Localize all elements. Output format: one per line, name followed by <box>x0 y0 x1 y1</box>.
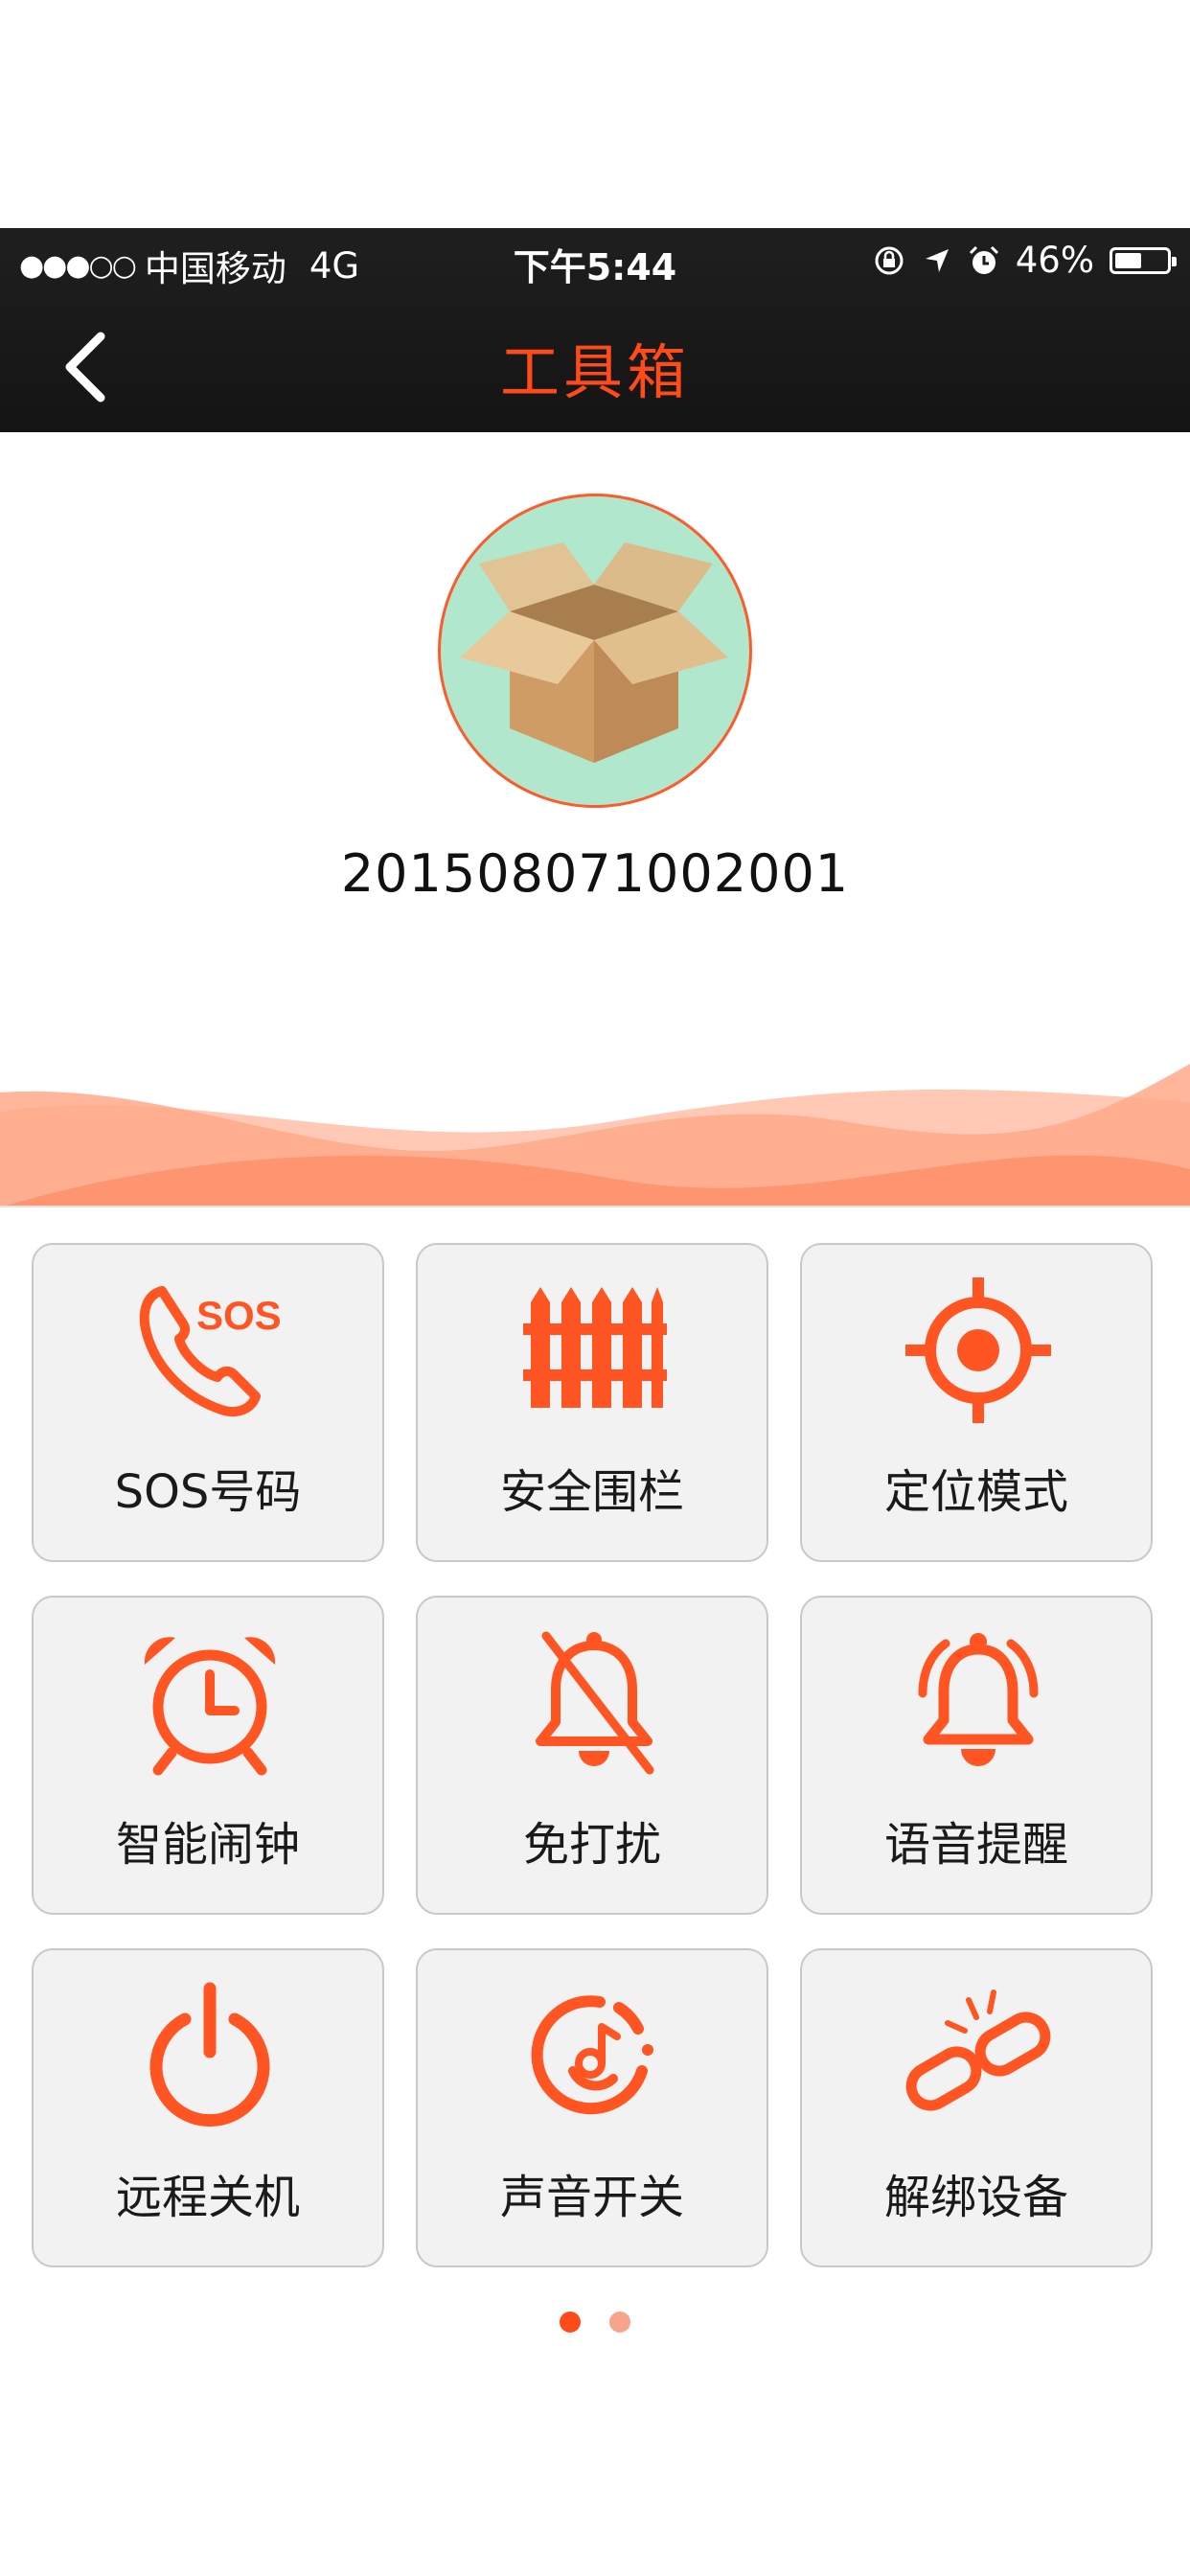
location-arrow-icon <box>925 248 949 272</box>
tool-label: 声音开关 <box>499 2171 684 2224</box>
tool-label: 远程关机 <box>115 2171 300 2224</box>
status-bar: ●●●○○ 中国移动 4G 下午5:44 46% <box>0 228 1190 295</box>
device-id: 201508071002001 <box>340 843 850 904</box>
tool-label: 智能闹钟 <box>115 1818 300 1872</box>
tool-voice-reminder[interactable]: 语音提醒 <box>800 1596 1153 1915</box>
tool-label: 语音提醒 <box>883 1818 1068 1872</box>
bell-ring-icon <box>918 1633 1039 1766</box>
tool-location-mode[interactable]: 定位模式 <box>800 1243 1153 1562</box>
page-dot-2[interactable] <box>609 2312 630 2333</box>
battery-icon <box>1110 246 1177 274</box>
tool-remote-shutdown[interactable]: 远程关机 <box>32 1948 384 2267</box>
tool-label: 免打扰 <box>522 1818 661 1872</box>
tool-unbind-device[interactable]: 解绑设备 <box>800 1948 1153 2267</box>
sos-phone-icon: SOS <box>139 1286 282 1417</box>
tool-safety-fence[interactable]: 安全围栏 <box>416 1243 768 1562</box>
page-dot-1[interactable] <box>560 2312 581 2333</box>
device-avatar[interactable] <box>438 494 752 808</box>
rotation-lock-icon <box>875 246 904 274</box>
music-disc-icon <box>531 1995 653 2115</box>
tool-grid: SOS SOS号码 安全围栏 定位模式 智能闹钟 免打扰 语音提醒 远程关机 声… <box>32 1243 1153 2268</box>
alarm-icon <box>969 245 998 274</box>
divider <box>0 1206 1190 1208</box>
battery-percent: 46% <box>1015 240 1094 281</box>
page-title: 工具箱 <box>499 337 690 407</box>
tool-label: SOS号码 <box>114 1465 302 1519</box>
broken-link-icon <box>905 1990 1051 2111</box>
nav-bar: 工具箱 <box>0 295 1190 432</box>
top-bar: ●●●○○ 中国移动 4G 下午5:44 46% 工具箱 <box>0 228 1190 432</box>
cardboard-box-icon <box>460 542 728 763</box>
tool-do-not-disturb[interactable]: 免打扰 <box>416 1596 768 1915</box>
tool-label: 解绑设备 <box>883 2171 1068 2224</box>
fence-icon <box>523 1287 667 1408</box>
tool-sound-switch[interactable]: 声音开关 <box>416 1948 768 2267</box>
power-icon <box>149 1982 270 2128</box>
bell-off-icon <box>536 1631 654 1775</box>
tool-label: 定位模式 <box>883 1465 1068 1519</box>
tool-label: 安全围栏 <box>499 1465 684 1519</box>
alarm-clock-icon <box>144 1637 276 1776</box>
wave-decoration <box>0 1064 1190 1208</box>
tool-sos-number[interactable]: SOS SOS号码 <box>32 1243 384 1562</box>
page-indicator <box>0 2312 1190 2333</box>
tool-smart-alarm[interactable]: 智能闹钟 <box>32 1596 384 1915</box>
battery-level <box>1115 252 1141 268</box>
locate-target-icon <box>905 1277 1051 1423</box>
svg-text:SOS: SOS <box>196 1293 282 1338</box>
